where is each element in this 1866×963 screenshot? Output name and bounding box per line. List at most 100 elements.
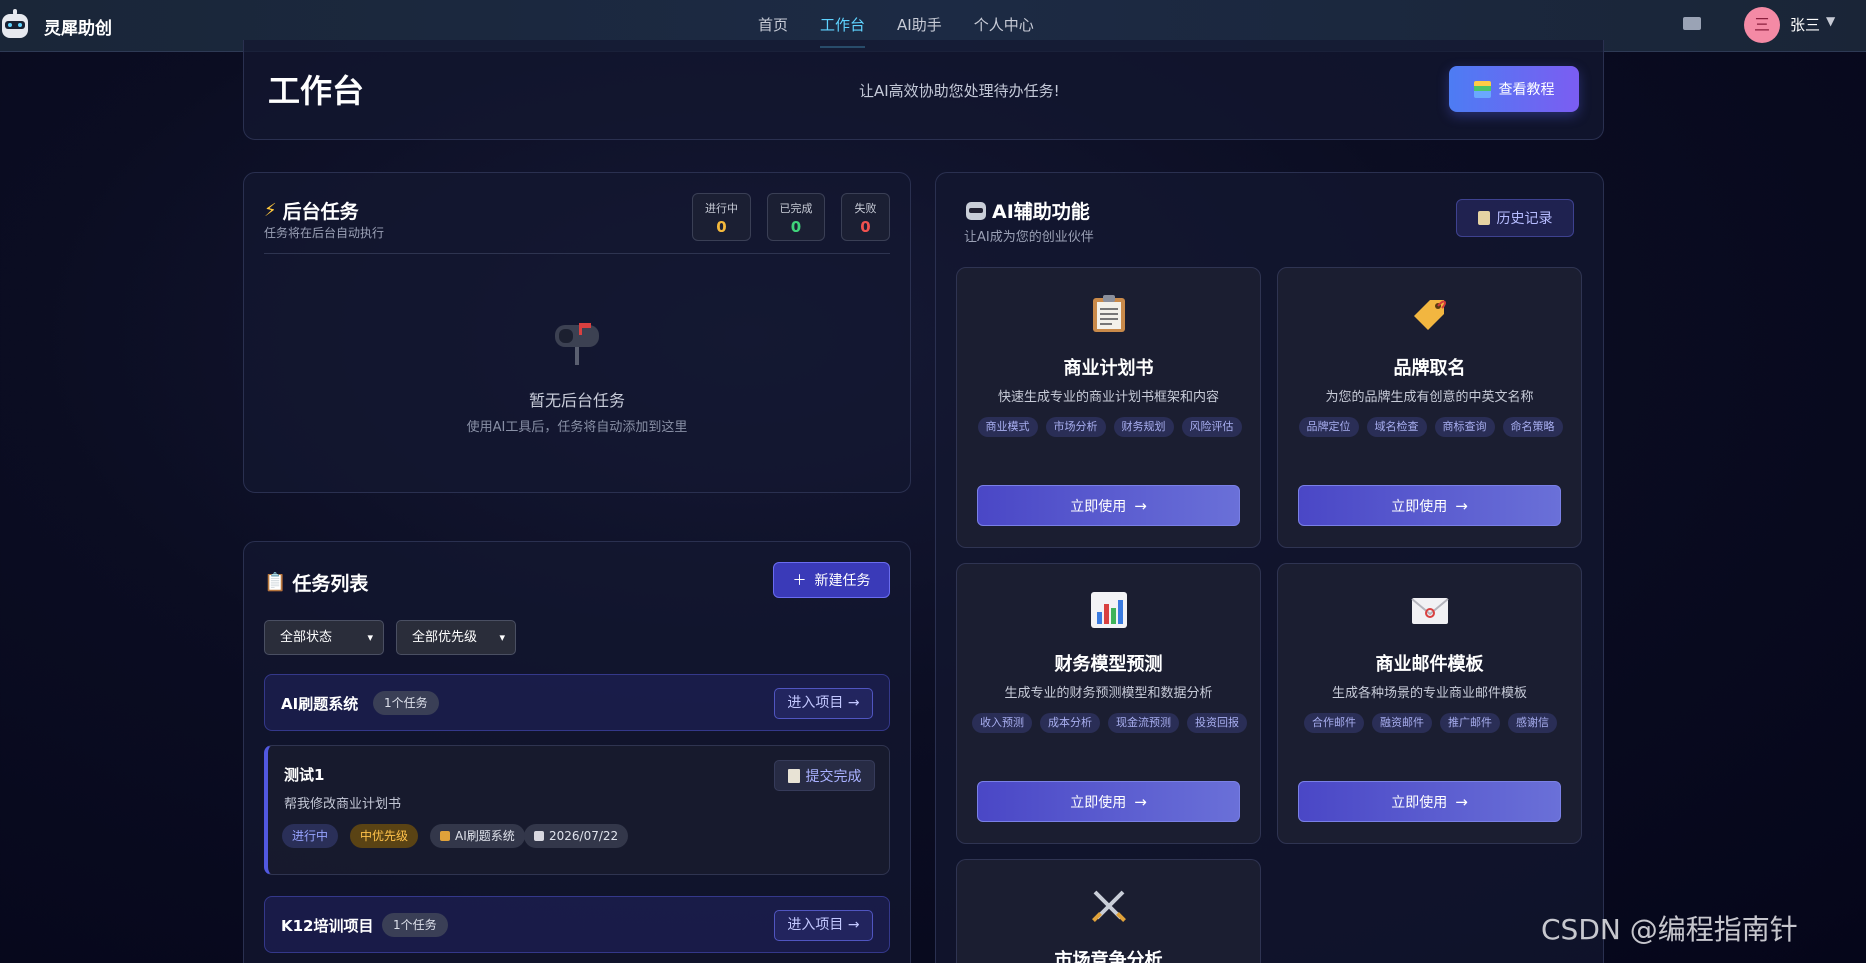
stat-failed-value: 0	[860, 218, 871, 236]
card-tag: 成本分析	[1040, 713, 1100, 733]
card-description: 生成各种场景的专业商业邮件模板	[1331, 686, 1527, 701]
card-tag: 命名策略	[1502, 417, 1563, 437]
arrow-right-icon: →	[1134, 792, 1147, 811]
watermark: CSDN @编程指南针	[1541, 913, 1798, 946]
task-count-badge: 1个任务	[373, 691, 439, 715]
card-tag: 商标查询	[1434, 417, 1495, 437]
use-now-button[interactable]: 立即使用 →	[1298, 485, 1561, 526]
status-badge: 进行中	[282, 824, 339, 848]
feature-card-brand-naming: 品牌取名 为您的品牌生成有创意的中英文名称 品牌定位 域名检查 商标查询 命名策…	[1277, 267, 1582, 548]
card-description: 快速生成专业的商业计划书框架和内容	[997, 390, 1219, 405]
chevron-down-icon: ▾	[367, 631, 373, 644]
enter-project-button[interactable]: 进入项目 →	[774, 910, 873, 941]
clipboard-icon: 📋	[264, 572, 287, 593]
card-tag: 现金流预测	[1108, 713, 1179, 733]
task-list-header: 📋 任务列表	[264, 569, 368, 596]
card-tag: 投资回报	[1187, 713, 1247, 733]
new-task-button[interactable]: ＋ 新建任务	[773, 562, 890, 598]
scroll-icon	[1477, 211, 1490, 225]
submit-complete-label: 提交完成	[805, 768, 862, 785]
stat-completed-label: 已完成	[779, 202, 813, 215]
background-tasks-subtitle: 任务将在后台自动执行	[264, 226, 385, 240]
card-tag: 推广邮件	[1440, 713, 1500, 733]
arrow-right-icon: →	[1134, 496, 1147, 515]
clipboard-icon	[1093, 295, 1125, 332]
date-badge: 2026/07/22	[524, 824, 629, 848]
divider	[264, 253, 890, 254]
background-tasks-panel: ⚡ 后台任务 任务将在后台自动执行 进行中 0 已完成 0 失败 0 暂无后台任…	[243, 172, 911, 493]
card-tags: 收入预测 成本分析 现金流预测 投资回报	[971, 713, 1248, 733]
card-tag: 域名检查	[1366, 417, 1427, 437]
new-task-label: 新建任务	[814, 573, 871, 589]
use-now-button[interactable]: 立即使用 →	[977, 781, 1240, 822]
arrow-right-icon: →	[1455, 792, 1468, 811]
view-tutorial-button[interactable]: 查看教程	[1449, 66, 1579, 112]
card-tag: 商业模式	[977, 417, 1038, 437]
message-icon[interactable]	[1683, 17, 1701, 30]
card-tag: 合作邮件	[1304, 713, 1364, 733]
feature-card-business-email: 商业邮件模板 生成各种场景的专业商业邮件模板 合作邮件 融资邮件 推广邮件 感谢…	[1277, 563, 1582, 844]
status-filter-value: 全部状态	[280, 630, 333, 645]
card-tags: 商业模式 市场分析 财务规划 风险评估	[971, 417, 1248, 437]
stat-completed: 已完成 0	[767, 193, 825, 241]
use-now-button[interactable]: 立即使用 →	[977, 485, 1240, 526]
use-now-label: 立即使用	[1070, 794, 1127, 811]
crossed-swords-icon	[1092, 890, 1126, 922]
chevron-down-icon[interactable]: ▼	[1826, 14, 1835, 28]
card-title: 财务模型预测	[1054, 654, 1163, 675]
lightning-icon: ⚡	[264, 200, 277, 221]
card-tag: 收入预测	[972, 713, 1032, 733]
task-list-panel: 📋 任务列表 ＋ 新建任务 全部状态 ▾ 全部优先级 ▾ AI刷题系统 1个任务…	[243, 541, 911, 963]
card-tags: 合作邮件 融资邮件 推广邮件 感谢信	[1292, 713, 1569, 733]
username[interactable]: 张三	[1790, 14, 1820, 35]
tag-icon	[1414, 300, 1446, 330]
project-name: K12培训项目	[281, 917, 374, 935]
stat-running-label: 进行中	[705, 202, 738, 215]
ai-features-title: AI辅助功能	[992, 201, 1090, 223]
project-badge-label: AI刷题系统	[455, 829, 515, 843]
history-button[interactable]: 历史记录	[1456, 199, 1574, 237]
submit-complete-button[interactable]: 提交完成	[774, 760, 875, 791]
card-tag: 融资邮件	[1372, 713, 1432, 733]
feature-card-business-plan: 商业计划书 快速生成专业的商业计划书框架和内容 商业模式 市场分析 财务规划 风…	[956, 267, 1261, 548]
stat-failed-label: 失败	[854, 202, 877, 215]
use-now-label: 立即使用	[1391, 498, 1448, 515]
robot-icon	[966, 201, 986, 220]
bar-chart-icon	[1091, 592, 1127, 628]
avatar[interactable]: 三	[1744, 7, 1780, 43]
calendar-icon	[534, 831, 544, 841]
card-title: 商业邮件模板	[1375, 654, 1484, 675]
use-now-label: 立即使用	[1391, 794, 1448, 811]
priority-badge: 中优先级	[350, 824, 419, 848]
ai-features-panel: AI辅助功能 让AI成为您的创业伙伴 历史记录 商业计划书 快速生成专业的商业计…	[935, 172, 1604, 963]
background-tasks-header: ⚡ 后台任务	[264, 197, 359, 224]
page-title: 工作台	[268, 72, 365, 110]
history-label: 历史记录	[1496, 211, 1553, 227]
stat-running: 进行中 0	[692, 193, 751, 241]
brand-name[interactable]: 灵犀助创	[44, 14, 112, 39]
enter-project-button[interactable]: 进入项目 →	[774, 688, 873, 719]
task-list-title: 任务列表	[292, 573, 369, 595]
task-card[interactable]: 测试1 帮我修改商业计划书 提交完成 进行中 中优先级 AI刷题系统 2026/…	[264, 745, 890, 875]
page-subtitle: 让AI高效协助您处理待办任务!	[859, 82, 1060, 100]
feature-card-market-competition: 市场竞争分析	[956, 859, 1261, 963]
card-title: 品牌取名	[1393, 358, 1466, 379]
arrow-right-icon: →	[1455, 496, 1468, 515]
envelope-icon	[1411, 598, 1449, 624]
card-description: 生成专业的财务预测模型和数据分析	[1004, 686, 1213, 701]
project-name: AI刷题系统	[281, 695, 359, 713]
priority-filter-select[interactable]: 全部优先级 ▾	[396, 620, 516, 655]
card-tag: 品牌定位	[1298, 417, 1359, 437]
workbench-hero: 工作台 让AI高效协助您处理待办任务! 查看教程	[243, 40, 1604, 140]
ai-features-header: AI辅助功能	[966, 197, 1090, 224]
status-filter-select[interactable]: 全部状态 ▾	[264, 620, 384, 655]
card-tag: 市场分析	[1045, 417, 1106, 437]
view-tutorial-label: 查看教程	[1498, 82, 1555, 98]
use-now-button[interactable]: 立即使用 →	[1298, 781, 1561, 822]
document-icon	[787, 768, 800, 783]
project-row[interactable]: AI刷题系统 1个任务 进入项目 →	[264, 674, 890, 731]
empty-state-subtitle: 使用AI工具后，任务将自动添加到这里	[466, 420, 688, 435]
project-row[interactable]: K12培训项目 1个任务 进入项目 →	[264, 896, 890, 953]
task-description: 帮我修改商业计划书	[284, 797, 402, 812]
robot-logo-icon[interactable]	[0, 8, 30, 42]
